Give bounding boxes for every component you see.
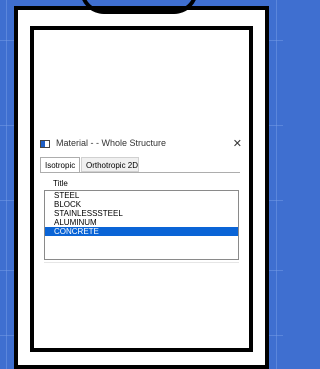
tab-divider: [40, 172, 240, 173]
material-listbox[interactable]: STEEL BLOCK STAINLESSSTEEL ALUMINUM CONC…: [44, 190, 239, 260]
dialog-title: Material - - Whole Structure: [56, 138, 167, 148]
divider: [44, 262, 239, 263]
list-item-block[interactable]: BLOCK: [45, 200, 238, 209]
device-screen: [30, 26, 253, 352]
dialog-title-bar: Material - - Whole Structure ✕: [36, 138, 248, 152]
app-window-icon: [40, 140, 50, 148]
list-item-steel[interactable]: STEEL: [45, 191, 238, 200]
list-item-aluminum[interactable]: ALUMINUM: [45, 218, 238, 227]
close-icon[interactable]: ✕: [233, 137, 242, 150]
list-header: Title: [53, 179, 68, 188]
list-item-stainlesssteel[interactable]: STAINLESSSTEEL: [45, 209, 238, 218]
tab-isotropic[interactable]: Isotropic: [40, 157, 80, 172]
list-item-concrete[interactable]: CONCRETE: [45, 227, 238, 236]
device-clip: [80, 0, 198, 14]
tab-orthotropic-2d[interactable]: Orthotropic 2D: [81, 157, 139, 172]
